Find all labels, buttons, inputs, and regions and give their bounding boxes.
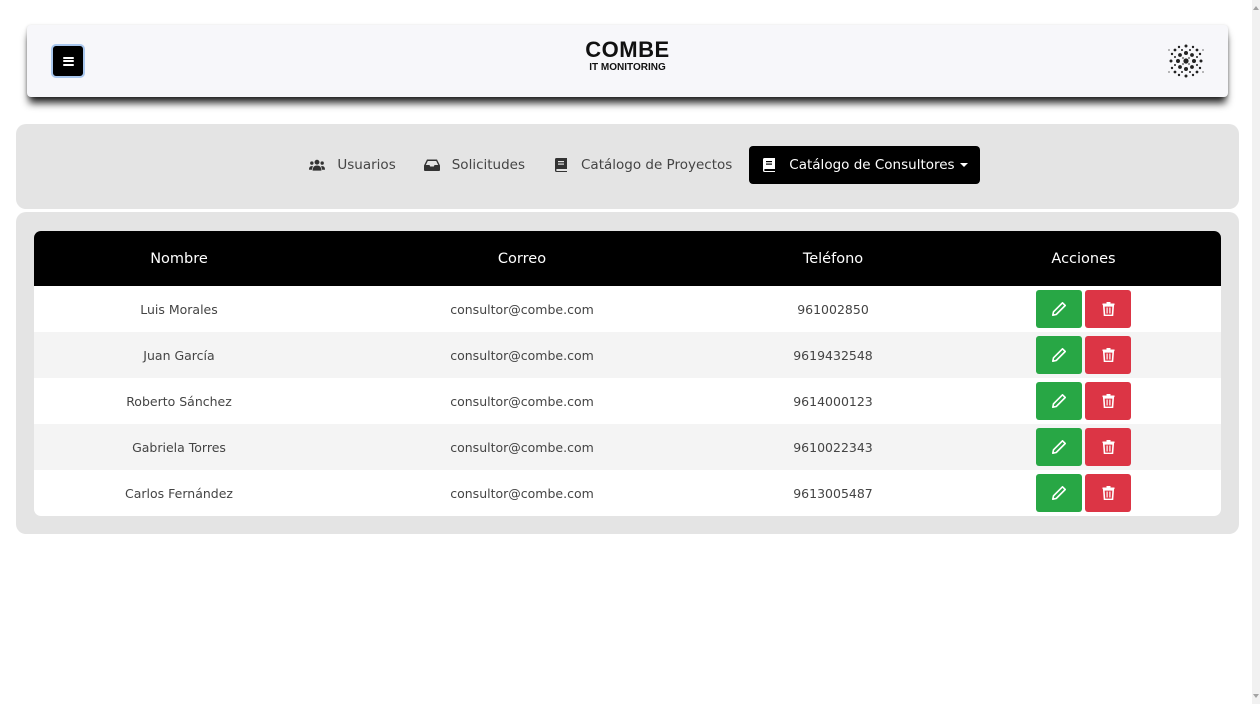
edit-button[interactable]: [1036, 382, 1082, 420]
cell-nombre: Gabriela Torres: [132, 439, 226, 455]
cell-nombre: Juan García: [143, 347, 215, 363]
nav-item-usuarios[interactable]: Usuarios: [298, 146, 406, 184]
trash-icon: [1102, 394, 1114, 408]
cell-telefono: 961002850: [797, 301, 869, 317]
cell-correo: consultor@combe.com: [450, 393, 594, 409]
pencil-icon: [1052, 486, 1066, 500]
trash-icon: [1102, 440, 1114, 454]
delete-button[interactable]: [1085, 290, 1131, 328]
delete-button[interactable]: [1085, 382, 1131, 420]
cell-correo: consultor@combe.com: [450, 347, 594, 363]
column-header-correo: Correo: [497, 250, 547, 267]
nav-label-usuarios: Usuarios: [337, 157, 396, 173]
consultores-table: Nombre Correo Teléfono Acciones Luis Mor…: [34, 231, 1221, 516]
cell-telefono: 9613005487: [793, 485, 873, 501]
nav-item-solicitudes[interactable]: Solicitudes: [413, 146, 536, 184]
edit-button[interactable]: [1036, 336, 1082, 374]
brand: COMBE IT MONITORING: [27, 38, 1228, 74]
caret-down-icon: [959, 163, 968, 167]
users-icon: [309, 158, 326, 172]
trash-icon: [1102, 486, 1114, 500]
column-header-acciones: Acciones: [1051, 250, 1116, 267]
cell-acciones: [946, 336, 1221, 374]
delete-button[interactable]: [1085, 336, 1131, 374]
cell-telefono: 9610022343: [793, 439, 873, 455]
column-header-telefono: Teléfono: [802, 250, 864, 267]
table-body: Luis Morales consultor@combe.com 9610028…: [34, 286, 1221, 516]
table-header: Nombre Correo Teléfono Acciones: [34, 231, 1221, 286]
pencil-icon: [1052, 302, 1066, 316]
nav-item-catalogo-proyectos[interactable]: Catálogo de Proyectos: [542, 146, 743, 184]
nav-label-catalogo-proyectos: Catálogo de Proyectos: [581, 157, 733, 173]
delete-button[interactable]: [1085, 428, 1131, 466]
pencil-icon: [1052, 348, 1066, 362]
nav-label-catalogo-consultores: Catálogo de Consultores: [789, 157, 955, 173]
nav-item-catalogo-consultores[interactable]: Catálogo de Consultores: [749, 146, 980, 184]
vertical-scrollbar[interactable]: [1252, 0, 1260, 704]
cell-nombre: Luis Morales: [140, 301, 218, 317]
pencil-icon: [1052, 440, 1066, 454]
edit-button[interactable]: [1036, 290, 1082, 328]
brand-subtitle: IT MONITORING: [589, 62, 666, 73]
book-icon: [761, 158, 777, 172]
app-header: COMBE IT MONITORING: [27, 25, 1228, 97]
scroll-down-arrow-icon[interactable]: [1253, 694, 1259, 698]
column-header-nombre: Nombre: [150, 250, 208, 267]
scroll-up-arrow-icon[interactable]: [1253, 6, 1259, 10]
cell-correo: consultor@combe.com: [450, 485, 594, 501]
cell-acciones: [946, 474, 1221, 512]
table-row: Luis Morales consultor@combe.com 9610028…: [34, 286, 1221, 332]
main-nav: Usuarios Solicitudes Catálogo de Proyect…: [16, 146, 1239, 184]
table-row: Roberto Sánchez consultor@combe.com 9614…: [34, 378, 1221, 424]
edit-button[interactable]: [1036, 474, 1082, 512]
consultores-panel: Nombre Correo Teléfono Acciones Luis Mor…: [16, 212, 1239, 534]
brand-title: COMBE: [585, 37, 670, 62]
cell-correo: consultor@combe.com: [450, 301, 594, 317]
inbox-icon: [423, 158, 440, 172]
cell-telefono: 9619432548: [793, 347, 873, 363]
nav-label-solicitudes: Solicitudes: [451, 157, 525, 173]
trash-icon: [1102, 302, 1114, 316]
pencil-icon: [1052, 394, 1066, 408]
delete-button[interactable]: [1085, 474, 1131, 512]
cell-nombre: Carlos Fernández: [125, 485, 233, 501]
table-row: Gabriela Torres consultor@combe.com 9610…: [34, 424, 1221, 470]
cell-telefono: 9614000123: [793, 393, 873, 409]
book-icon: [553, 158, 569, 172]
cell-correo: consultor@combe.com: [450, 439, 594, 455]
table-row: Juan García consultor@combe.com 96194325…: [34, 332, 1221, 378]
table-row: Carlos Fernández consultor@combe.com 961…: [34, 470, 1221, 516]
dots-burst-logo: [1166, 41, 1206, 81]
cell-acciones: [946, 428, 1221, 466]
cell-acciones: [946, 382, 1221, 420]
cell-nombre: Roberto Sánchez: [126, 393, 232, 409]
cell-acciones: [946, 290, 1221, 328]
trash-icon: [1102, 348, 1114, 362]
edit-button[interactable]: [1036, 428, 1082, 466]
nav-band: Usuarios Solicitudes Catálogo de Proyect…: [16, 124, 1239, 209]
